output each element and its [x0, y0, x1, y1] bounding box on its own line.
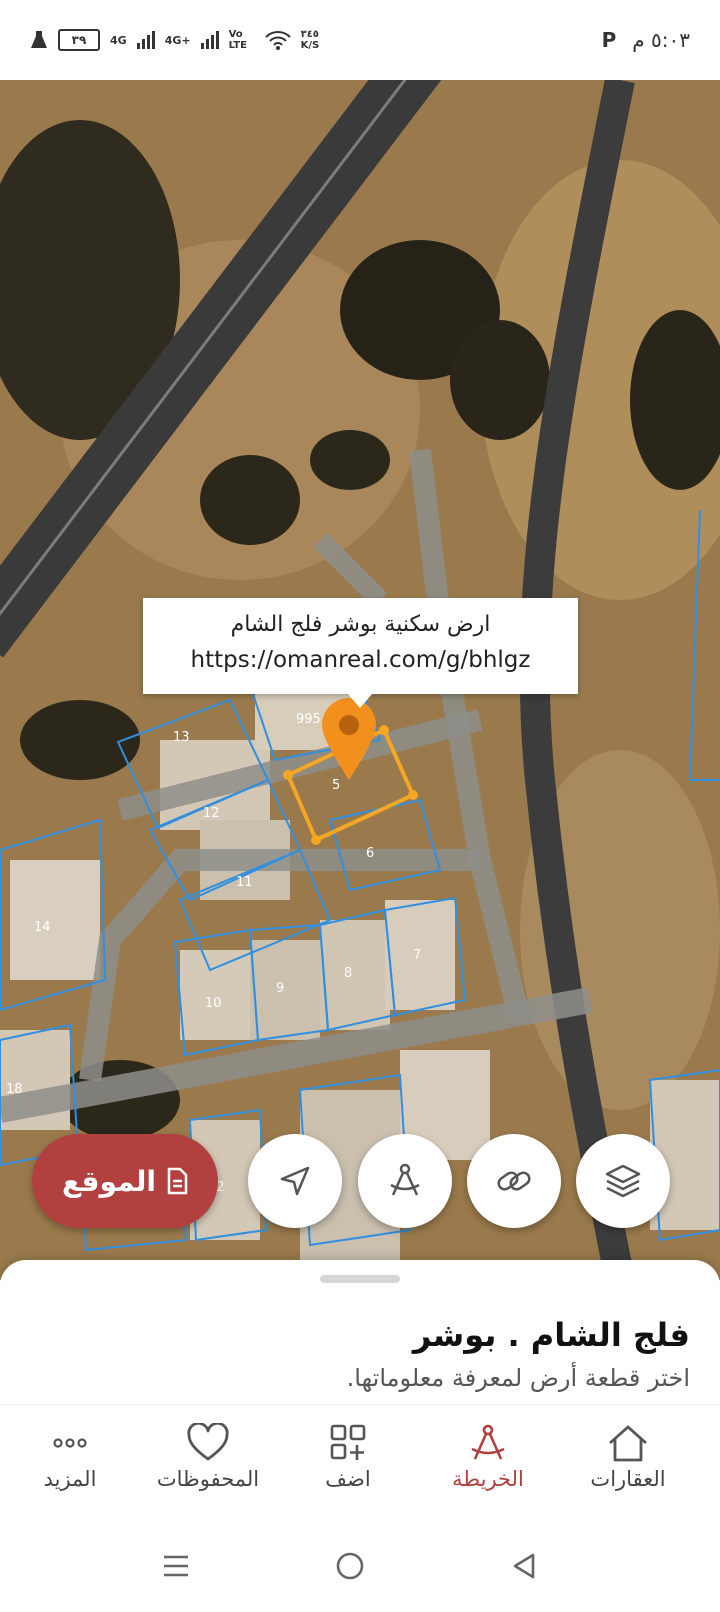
measure-button[interactable]: [358, 1134, 452, 1228]
nav-item-saved[interactable]: المحفوظات: [138, 1423, 278, 1513]
navigate-icon: [280, 1166, 310, 1196]
home-circle-icon: [336, 1552, 364, 1580]
sheet-drag-handle[interactable]: [320, 1275, 400, 1283]
status-left: ٣٩ 4G 4G+ Vo LTE ٣٤٥ K/S: [30, 24, 335, 56]
nav-label: العقارات: [590, 1467, 666, 1491]
back-button[interactable]: [504, 1546, 544, 1586]
volte-label: Vo LTE: [228, 29, 247, 51]
network-label-1: 4G: [110, 33, 127, 47]
area-subtitle: اختر قطعة أرض لمعرفة معلوماتها.: [346, 1364, 690, 1392]
heart-icon: [187, 1423, 229, 1461]
status-right: ٥:٠٣ م P: [602, 24, 690, 56]
nav-label: المزيد: [43, 1467, 97, 1491]
navigate-button[interactable]: [248, 1134, 342, 1228]
nav-label: الخريطة: [452, 1467, 524, 1491]
layers-icon: [605, 1164, 641, 1198]
more-icon: [53, 1438, 87, 1448]
back-icon: [513, 1553, 535, 1579]
bottom-sheet[interactable]: فلج الشام . بوشر اختر قطعة أرض لمعرفة مع…: [0, 1260, 720, 1410]
callout-url[interactable]: https://omanreal.com/g/bhlgz: [155, 642, 566, 678]
status-bar: ٣٩ 4G 4G+ Vo LTE ٣٤٥ K/S ٥:٠٣ م P: [0, 0, 720, 80]
clock: ٥:٠٣ م: [632, 28, 690, 52]
measure-icon: [390, 1163, 420, 1196]
document-icon: [167, 1167, 188, 1195]
compass-icon: [471, 1424, 505, 1460]
area-title: فلج الشام . بوشر: [412, 1316, 690, 1354]
nav-item-more[interactable]: المزيد: [0, 1423, 140, 1513]
flask-icon: [31, 31, 47, 48]
link-icon: [497, 1171, 531, 1191]
recents-button[interactable]: [156, 1546, 196, 1586]
parcel-callout[interactable]: ارض سكنية بوشر فلج الشام https://omanrea…: [143, 598, 578, 708]
notification-icon: P: [601, 28, 617, 52]
nav-item-map[interactable]: الخريطة: [418, 1423, 558, 1513]
bottom-navigation: العقارات الخريطة اضف المحفوظات المزيد: [0, 1404, 720, 1515]
network-label-2: 4G+: [164, 33, 191, 47]
battery-indicator: ٣٩: [58, 29, 100, 51]
callout-title: ارض سكنية بوشر فلج الشام: [230, 612, 491, 637]
layers-button[interactable]: [576, 1134, 670, 1228]
network-speed: ٣٤٥ K/S: [300, 29, 320, 51]
wifi-icon: [264, 31, 291, 50]
nav-label: اضف: [325, 1467, 371, 1491]
nav-label: المحفوظات: [156, 1467, 260, 1491]
location-button-label: الموقع: [62, 1164, 156, 1198]
system-navigation: [0, 1516, 720, 1612]
nav-item-add[interactable]: اضف: [278, 1423, 418, 1513]
location-button[interactable]: الموقع: [32, 1134, 218, 1228]
signal-bars-icon-2: [200, 31, 219, 49]
add-grid-icon: [330, 1424, 366, 1460]
recents-icon: [164, 1555, 188, 1577]
link-button[interactable]: [467, 1134, 561, 1228]
signal-bars-icon: [136, 31, 155, 49]
home-icon: [609, 1425, 647, 1462]
home-button[interactable]: [330, 1546, 370, 1586]
nav-item-properties[interactable]: العقارات: [558, 1423, 698, 1513]
